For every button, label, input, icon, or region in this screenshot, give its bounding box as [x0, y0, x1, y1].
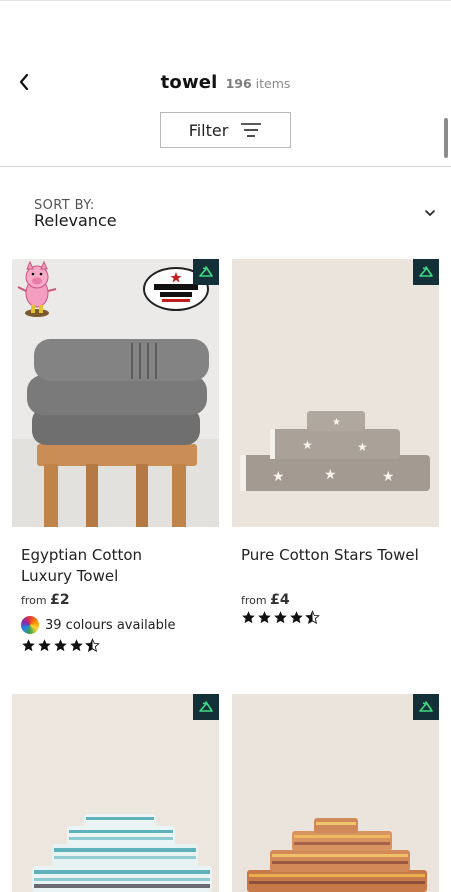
- star-full-icon: [258, 611, 271, 624]
- item-count-suffix: items: [255, 76, 291, 91]
- product-image[interactable]: [12, 259, 219, 527]
- stars-towel-image: ★ ★ ★ ★ ★ ★: [232, 259, 439, 527]
- striped-towel-image: [12, 694, 219, 892]
- sort-value: Relevance: [34, 211, 117, 230]
- colours-text: 39 colours available: [45, 617, 176, 633]
- product-card[interactable]: [12, 694, 219, 892]
- badge[interactable]: [193, 259, 219, 285]
- filter-button[interactable]: Filter: [160, 112, 291, 148]
- page-title: towel: [160, 72, 218, 93]
- price-value: £4: [270, 592, 290, 608]
- star-rating: [12, 638, 219, 653]
- star-rating: [232, 610, 439, 625]
- star-full-icon: [70, 639, 83, 652]
- filter-lines-icon: [241, 123, 262, 137]
- product-card[interactable]: [232, 694, 439, 892]
- item-count: 196 items: [226, 76, 291, 91]
- star-full-icon: [38, 639, 51, 652]
- hanger-icon: [419, 266, 433, 277]
- product-name-line2: Luxury Towel: [21, 567, 119, 585]
- price-value: £2: [50, 592, 70, 608]
- svg-text:★: ★: [382, 469, 395, 485]
- item-count-number: 196: [225, 76, 252, 91]
- hanger-icon: [199, 701, 213, 712]
- product-price: from £4: [232, 592, 439, 608]
- sort-dropdown[interactable]: SORT BY: Relevance: [34, 198, 438, 230]
- product-card[interactable]: Egyptian Cotton Luxury Towel from £2 39 c…: [12, 259, 219, 653]
- product-name[interactable]: Egyptian Cotton Luxury Towel: [12, 545, 219, 587]
- svg-text:★: ★: [324, 467, 337, 483]
- header: towel 196 items: [0, 60, 451, 106]
- hanger-icon: [419, 701, 433, 712]
- chevron-down-icon[interactable]: [423, 206, 437, 220]
- svg-text:★: ★: [302, 438, 313, 452]
- product-price: from £2: [12, 592, 219, 608]
- hanger-icon: [199, 266, 213, 277]
- top-divider: [0, 0, 451, 1]
- title-wrap: towel 196 items: [0, 72, 451, 93]
- product-name-line1: Pure Cotton Stars Towel: [241, 546, 419, 564]
- product-image[interactable]: [232, 694, 439, 892]
- price-prefix: from: [21, 594, 47, 607]
- svg-text:★: ★: [272, 469, 285, 485]
- star-half-icon: [305, 610, 320, 625]
- colours-available[interactable]: 39 colours available: [12, 616, 219, 634]
- star-full-icon: [274, 611, 287, 624]
- price-prefix: from: [241, 594, 267, 607]
- filter-label: Filter: [188, 120, 229, 140]
- star-full-icon: [54, 639, 67, 652]
- badge[interactable]: [413, 694, 439, 720]
- divider: [0, 166, 451, 167]
- star-full-icon: [22, 639, 35, 652]
- rainbow-towel-image: [232, 694, 439, 892]
- colour-swatch-icon: [21, 616, 39, 634]
- product-name[interactable]: Pure Cotton Stars Towel: [232, 545, 439, 566]
- star-full-icon: [242, 611, 255, 624]
- svg-text:★: ★: [357, 440, 368, 454]
- badge[interactable]: [193, 694, 219, 720]
- star-full-icon: [290, 611, 303, 624]
- star-half-icon: [85, 638, 100, 653]
- svg-text:★: ★: [332, 417, 341, 428]
- scrollbar[interactable]: [444, 118, 448, 158]
- pig-sticker-icon: [17, 261, 57, 317]
- product-card[interactable]: ★ ★ ★ ★ ★ ★ Pure Cotton Stars Towel from…: [232, 259, 439, 625]
- badge[interactable]: [413, 259, 439, 285]
- product-image[interactable]: [12, 694, 219, 892]
- product-image[interactable]: ★ ★ ★ ★ ★ ★: [232, 259, 439, 527]
- product-name-line1: Egyptian Cotton: [21, 546, 143, 564]
